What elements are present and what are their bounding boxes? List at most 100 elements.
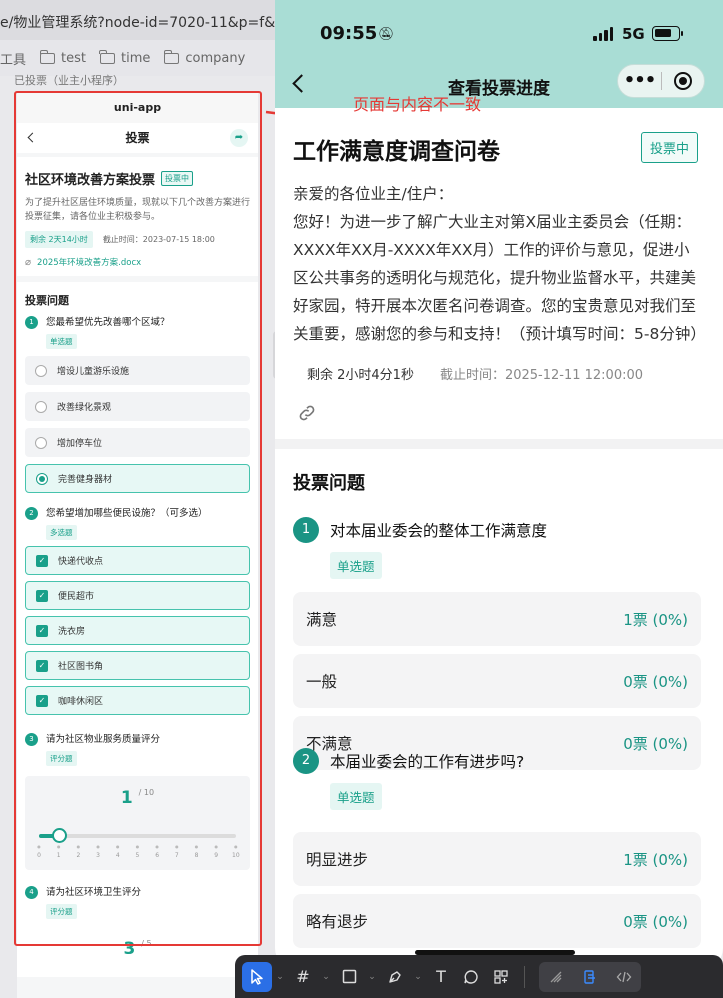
question-text: 本届业委会的工作有进步吗? (330, 753, 525, 771)
slider-tick-dot: ● (135, 844, 140, 849)
questions-section: 投票问题 1 对本届业委会的整体工作满意度 单选题 满意 1票 (0%) 一般 0票… (275, 449, 723, 948)
frame-label: 已投票（业主小程序） (14, 74, 124, 87)
radio-icon (35, 364, 47, 377)
deadline: 截止时间：2025-12-11 12:00:00 (439, 368, 644, 383)
vote-meta: 剩余 2小时4分1秒 截止时间：2025-12-11 12:00:00 (293, 364, 701, 383)
slider-tick-dot: ● (175, 844, 179, 849)
question-number: 4 (25, 886, 38, 899)
comment-tool-button[interactable] (456, 962, 486, 992)
slider-tick-label: 8 (194, 852, 199, 859)
checkbox-option[interactable]: ✓ 快递代收点 (25, 546, 250, 575)
slider-tick-label: 10 (232, 852, 240, 859)
bell-slash-icon: 🔕︎ (378, 27, 395, 42)
slider-tick-label: 1 (56, 852, 61, 859)
bookmark-label: time (120, 50, 151, 66)
question-1: 1 对本届业委会的整体工作满意度 单选题 满意 1票 (0%) 一般 0票 (0%)… (293, 517, 701, 770)
rating-slider[interactable] (39, 828, 236, 843)
rating-max: / 5 (141, 939, 152, 948)
vote-header: 工作满意度调查问卷 投票中 亲爱的各位业主/住户： 您好！为进一步了解广大业主对… (275, 108, 723, 425)
checkbox-option[interactable]: ✓ 咖啡休闲区 (25, 686, 250, 715)
question-2: 2 本届业委会的工作有进步吗? 单选题 明显进步 1票 (0%) 略有退步 0票 (… (293, 748, 701, 948)
preview-vote-header: 社区环境改善方案投票 投票中 为了提升社区居住环境质量，现就以下几个改善方案进行… (17, 157, 258, 276)
question-number: 1 (25, 316, 38, 329)
attachment-link[interactable]: ⌀ 2025年环境改善方案.docx (25, 256, 250, 269)
checkbox-checked-icon: ✓ (36, 624, 48, 637)
question-text: 您最希望优先改善哪个区域？ (46, 317, 170, 328)
chevron-down-icon[interactable]: ⌄ (318, 972, 334, 982)
dev-mode-icon (584, 969, 595, 984)
comment-icon (464, 969, 478, 984)
toolbar-divider (524, 965, 525, 988)
annotation-label: 页面与内容不一致 (353, 95, 482, 114)
slider-tick-label: 7 (174, 852, 179, 859)
remaining-time: 剩余 2天14小时 (25, 231, 93, 248)
actions-tool-button[interactable] (486, 962, 516, 992)
slider-tick-labels: 0 1 2 3 4 5 6 7 8 9 10 (34, 852, 241, 859)
question-2: 2 您希望增加哪些便民设施？（可多选） 多选题 ✓ 快递代收点 ✓ 便民超市 ✓ 洗衣… (25, 507, 250, 715)
question-text: 请为社区物业服务质量评分 (46, 734, 161, 745)
question-type-tag: 评分题 (46, 904, 77, 919)
questions-heading: 投票问题 (293, 473, 365, 494)
slider-tick-label: 2 (76, 852, 81, 859)
more-icon[interactable]: ••• (618, 66, 661, 96)
option-label: 洗衣房 (58, 627, 86, 637)
slider-thumb[interactable] (51, 828, 67, 843)
radio-checked-icon (36, 472, 48, 485)
slider-tick-dot: ● (194, 844, 199, 849)
vote-description: 亲爱的各位业主/住户： 您好！为进一步了解广大业主对第X届业主委员会（任期：XX… (293, 185, 706, 343)
shape-tool-button[interactable] (334, 962, 364, 992)
status-badge: 投票中 (161, 171, 194, 186)
chevron-down-icon[interactable]: ⌄ (364, 972, 380, 982)
checkbox-checked-icon: ✓ (36, 694, 48, 707)
rating-value: 3 / 5 (25, 939, 250, 959)
bookmark-time[interactable]: time (99, 49, 151, 66)
frame-tool-button[interactable]: # (288, 962, 318, 992)
bookmark-test[interactable]: test (39, 49, 86, 66)
questions-heading: 投票问题 (25, 294, 69, 307)
slider-tick-dot: ● (76, 844, 81, 849)
preview-nav-title: 投票 (125, 131, 150, 145)
cursor-icon (251, 968, 263, 985)
question-type-tag: 单选题 (46, 334, 77, 349)
question-3: 3 请为社区物业服务质量评分 评分题 1 / 10 ● ● ● ● ● ● ● ● ● ● ● 01… (25, 733, 250, 870)
share-icon[interactable]: ➦ (230, 129, 248, 147)
checkbox-checked-icon: ✓ (36, 659, 48, 672)
option-label: 改善绿化景观 (57, 403, 112, 413)
checkbox-option[interactable]: ✓ 洗衣房 (25, 616, 250, 645)
question-type-tag: 多选题 (46, 525, 77, 540)
chevron-down-icon[interactable]: ⌄ (410, 972, 426, 982)
move-tool-button[interactable] (242, 961, 272, 992)
paperclip-icon: ⌀ (25, 256, 32, 268)
option-label: 咖啡休闲区 (58, 697, 104, 707)
pen-tool-button[interactable] (380, 962, 410, 992)
close-program-button[interactable] (662, 72, 704, 90)
option-label: 略有退步 (306, 913, 369, 931)
chevron-down-icon[interactable]: ⌄ (272, 972, 288, 982)
design-preview-frame: uni-app 投票 ➦ 社区环境改善方案投票 投票中 为了提升社区居住环境质量… (17, 93, 258, 998)
text-tool-button[interactable]: T (426, 962, 456, 992)
design-mode-button[interactable] (539, 962, 573, 992)
browser-url-bar[interactable]: e/物业管理系统?node-id=7020-11&p=f&t=jr (0, 0, 280, 40)
checkbox-option[interactable]: ✓ 便民超市 (25, 581, 250, 610)
rating-current: 3 (123, 939, 136, 959)
dev-mode-button[interactable] (573, 962, 607, 992)
preview-vote-description: 为了提升社区居住环境质量，现就以下几个改善方案进行投票征集，请各位业主积极参与。 (25, 198, 251, 222)
radio-option[interactable]: 改善绿化景观 (25, 392, 250, 421)
radio-option[interactable]: 增设儿童游乐设施 (25, 356, 250, 385)
hash-icon: # (296, 967, 310, 986)
link-icon[interactable] (297, 403, 701, 425)
status-badge: 投票中 (641, 132, 699, 163)
bookmark-tools[interactable]: 工具 (0, 49, 26, 68)
bookmark-company[interactable]: company (163, 49, 245, 66)
design-mode-icon (550, 971, 562, 982)
checkbox-option[interactable]: ✓ 社区图书角 (25, 651, 250, 680)
radio-option-selected[interactable]: 完善健身器材 (25, 464, 250, 493)
back-icon[interactable] (27, 132, 38, 143)
code-view-button[interactable] (607, 962, 641, 992)
pen-icon (389, 970, 401, 983)
option-label: 快递代收点 (58, 557, 104, 567)
question-text: 您希望增加哪些便民设施？（可多选） (46, 508, 208, 519)
phone-simulator: 09:55 🔕︎ 5G 查看投票进度 ••• 工作满意度调查问卷 投票中 亲爱的… (275, 0, 723, 970)
option-label: 增设儿童游乐设施 (57, 367, 130, 377)
radio-option[interactable]: 增加停车位 (25, 428, 250, 457)
